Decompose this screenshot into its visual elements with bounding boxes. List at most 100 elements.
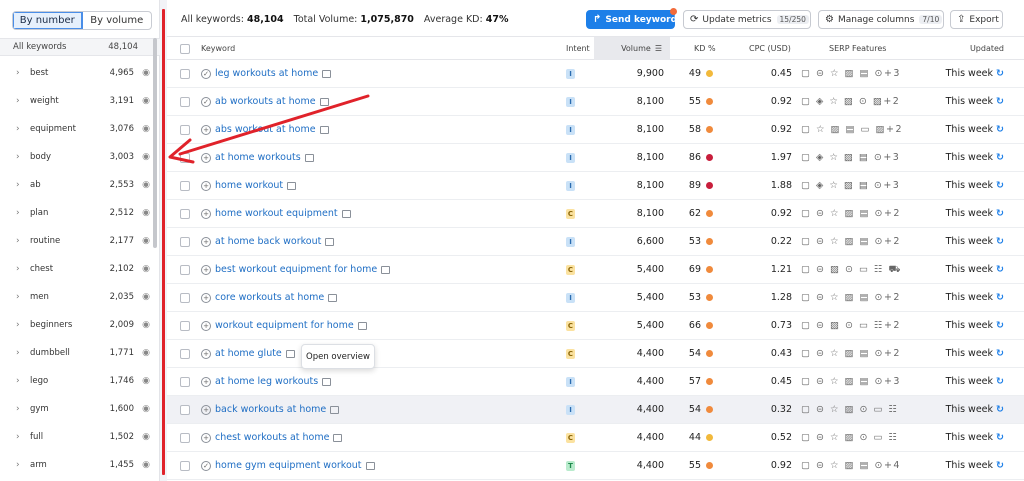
row-checkbox-cell[interactable] bbox=[180, 116, 190, 143]
check-circle-icon[interactable]: ✓ bbox=[201, 460, 211, 471]
keyword-link[interactable]: home workout bbox=[215, 180, 283, 191]
serp-snapshot-icon[interactable] bbox=[322, 377, 332, 386]
row-checkbox[interactable] bbox=[180, 68, 190, 79]
row-checkbox-cell[interactable] bbox=[180, 200, 190, 227]
group-item-ab[interactable]: › ab 2,553 ◉ bbox=[0, 171, 160, 199]
keyword-link[interactable]: home workout equipment bbox=[215, 208, 338, 219]
row-checkbox[interactable] bbox=[180, 404, 190, 415]
row-checkbox[interactable] bbox=[180, 96, 190, 107]
serp-snapshot-icon[interactable] bbox=[328, 293, 338, 302]
plus-circle-icon[interactable]: + bbox=[201, 124, 211, 135]
keyword-link[interactable]: at home back workout bbox=[215, 236, 321, 247]
refresh-icon[interactable]: ↻ bbox=[996, 404, 1004, 415]
serp-snapshot-icon[interactable] bbox=[304, 153, 314, 162]
plus-circle-icon[interactable]: + bbox=[201, 208, 211, 219]
keyword-link[interactable]: home gym equipment workout bbox=[215, 460, 362, 471]
plus-circle-icon[interactable]: + bbox=[201, 404, 211, 415]
serp-more-count[interactable]: +3 bbox=[883, 152, 900, 163]
row-checkbox-cell[interactable] bbox=[180, 60, 190, 87]
row-checkbox-cell[interactable] bbox=[180, 172, 190, 199]
eye-icon[interactable]: ◉ bbox=[134, 404, 150, 414]
row-checkbox[interactable] bbox=[180, 376, 190, 387]
row-checkbox-cell[interactable] bbox=[180, 396, 190, 423]
refresh-icon[interactable]: ↻ bbox=[996, 236, 1004, 247]
row-checkbox-cell[interactable] bbox=[180, 228, 190, 255]
serp-more-count[interactable]: +2 bbox=[884, 320, 901, 331]
group-item-equipment[interactable]: › equipment 3,076 ◉ bbox=[0, 115, 160, 143]
row-checkbox-cell[interactable] bbox=[180, 312, 190, 339]
serp-snapshot-icon[interactable] bbox=[322, 69, 332, 78]
plus-circle-icon[interactable]: + bbox=[201, 292, 211, 303]
row-checkbox-cell[interactable] bbox=[180, 256, 190, 283]
refresh-icon[interactable]: ↻ bbox=[996, 432, 1004, 443]
groups-scrollbar[interactable] bbox=[153, 38, 157, 248]
row-checkbox[interactable] bbox=[180, 152, 190, 163]
serp-more-count[interactable]: +3 bbox=[884, 376, 901, 387]
by-number-tab[interactable]: By number bbox=[13, 12, 83, 29]
manage-columns-button[interactable]: ⚙ Manage columns 7/10 bbox=[818, 10, 944, 29]
keyword-link[interactable]: at home workouts bbox=[215, 152, 301, 163]
plus-circle-icon[interactable]: + bbox=[201, 152, 211, 163]
keyword-link[interactable]: core workouts at home bbox=[215, 292, 324, 303]
intent-header[interactable]: Intent bbox=[566, 37, 590, 60]
group-item-body[interactable]: › body 3,003 ◉ bbox=[0, 143, 160, 171]
keyword-link[interactable]: workout equipment for home bbox=[215, 320, 354, 331]
serp-more-count[interactable]: +2 bbox=[884, 348, 901, 359]
row-checkbox[interactable] bbox=[180, 320, 190, 331]
group-item-beginners[interactable]: › beginners 2,009 ◉ bbox=[0, 311, 160, 339]
eye-icon[interactable]: ◉ bbox=[134, 376, 150, 386]
plus-circle-icon[interactable]: + bbox=[201, 348, 211, 359]
serp-snapshot-icon[interactable] bbox=[333, 433, 343, 442]
serp-features-header[interactable]: SERP Features bbox=[829, 37, 886, 60]
row-checkbox[interactable] bbox=[180, 180, 190, 191]
eye-icon[interactable]: ◉ bbox=[134, 68, 150, 78]
check-circle-icon[interactable]: ✓ bbox=[201, 96, 211, 107]
refresh-icon[interactable]: ↻ bbox=[996, 460, 1004, 471]
serp-more-count[interactable]: +2 bbox=[883, 96, 900, 107]
serp-snapshot-icon[interactable] bbox=[319, 125, 329, 134]
plus-circle-icon[interactable]: + bbox=[201, 432, 211, 443]
eye-icon[interactable]: ◉ bbox=[134, 320, 150, 330]
keyword-link[interactable]: abs workout at home bbox=[215, 124, 316, 135]
row-checkbox-cell[interactable] bbox=[180, 144, 190, 171]
keyword-link[interactable]: at home leg workouts bbox=[215, 376, 318, 387]
plus-circle-icon[interactable]: + bbox=[201, 376, 211, 387]
eye-icon[interactable]: ◉ bbox=[134, 152, 150, 162]
kd-header[interactable]: KD % bbox=[694, 37, 716, 60]
row-checkbox[interactable] bbox=[180, 348, 190, 359]
serp-snapshot-icon[interactable] bbox=[285, 349, 295, 358]
select-all-checkbox[interactable] bbox=[180, 43, 190, 54]
row-checkbox-cell[interactable] bbox=[180, 368, 190, 395]
refresh-icon[interactable]: ↻ bbox=[996, 264, 1004, 275]
plus-circle-icon[interactable]: + bbox=[201, 180, 211, 191]
refresh-icon[interactable]: ↻ bbox=[996, 376, 1004, 387]
group-item-gym[interactable]: › gym 1,600 ◉ bbox=[0, 395, 160, 423]
group-item-plan[interactable]: › plan 2,512 ◉ bbox=[0, 199, 160, 227]
row-checkbox[interactable] bbox=[180, 208, 190, 219]
group-item-best[interactable]: › best 4,965 ◉ bbox=[0, 59, 160, 87]
row-checkbox-cell[interactable] bbox=[180, 284, 190, 311]
keyword-link[interactable]: back workouts at home bbox=[215, 404, 326, 415]
send-keywords-button[interactable]: ↱ Send keywords bbox=[586, 8, 682, 29]
keyword-link[interactable]: at home glute bbox=[215, 348, 282, 359]
eye-icon[interactable]: ◉ bbox=[134, 124, 150, 134]
updated-header[interactable]: Updated bbox=[947, 37, 1004, 60]
eye-icon[interactable]: ◉ bbox=[134, 292, 150, 302]
refresh-icon[interactable]: ↻ bbox=[996, 68, 1004, 79]
group-item-lego[interactable]: › lego 1,746 ◉ bbox=[0, 367, 160, 395]
row-checkbox-cell[interactable] bbox=[180, 340, 190, 367]
group-item-arm[interactable]: › arm 1,455 ◉ bbox=[0, 451, 160, 479]
eye-icon[interactable]: ◉ bbox=[134, 460, 150, 470]
refresh-icon[interactable]: ↻ bbox=[996, 180, 1004, 191]
row-checkbox[interactable] bbox=[180, 124, 190, 135]
refresh-icon[interactable]: ↻ bbox=[996, 124, 1004, 135]
keyword-link[interactable]: ab workouts at home bbox=[215, 96, 316, 107]
row-checkbox[interactable] bbox=[180, 432, 190, 443]
eye-icon[interactable]: ◉ bbox=[134, 208, 150, 218]
eye-icon[interactable]: ◉ bbox=[134, 180, 150, 190]
update-metrics-button[interactable]: ⟳ Update metrics 15/250 bbox=[683, 10, 811, 29]
group-item-routine[interactable]: › routine 2,177 ◉ bbox=[0, 227, 160, 255]
plus-circle-icon[interactable]: + bbox=[201, 264, 211, 275]
serp-snapshot-icon[interactable] bbox=[357, 321, 367, 330]
volume-header[interactable]: Volume ☰ bbox=[594, 37, 670, 60]
